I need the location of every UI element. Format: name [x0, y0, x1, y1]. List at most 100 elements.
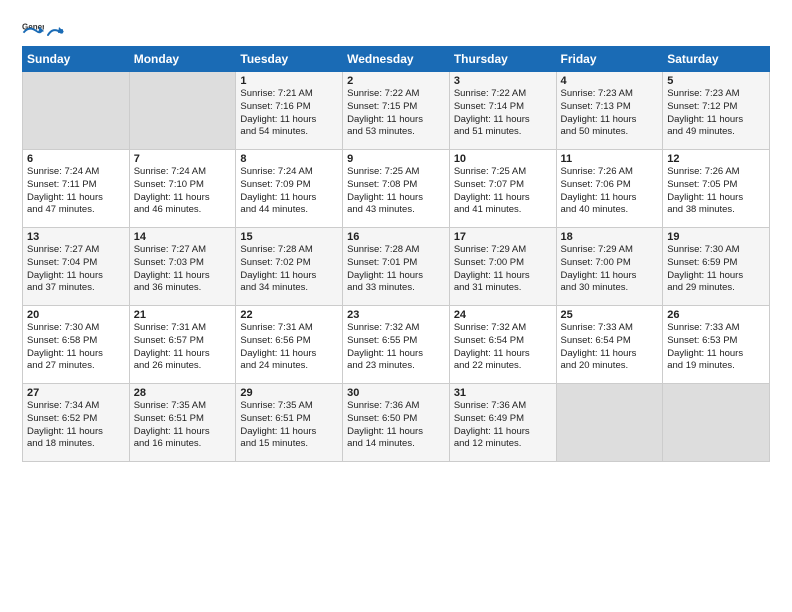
cell-info-line: Sunset: 7:11 PM [27, 179, 125, 192]
cell-info-line: and 53 minutes. [347, 126, 445, 139]
cell-info-line: Sunset: 6:51 PM [134, 413, 232, 426]
cell-info-line: Sunrise: 7:36 AM [454, 400, 552, 413]
calendar-cell: 30Sunrise: 7:36 AMSunset: 6:50 PMDayligh… [343, 384, 450, 462]
cell-info-line: Sunset: 6:59 PM [667, 257, 765, 270]
calendar-week-row: 27Sunrise: 7:34 AMSunset: 6:52 PMDayligh… [23, 384, 770, 462]
calendar-cell: 31Sunrise: 7:36 AMSunset: 6:49 PMDayligh… [449, 384, 556, 462]
cell-info-line: Daylight: 11 hours [667, 114, 765, 127]
cell-info-line: Sunrise: 7:32 AM [347, 322, 445, 335]
calendar-week-row: 6Sunrise: 7:24 AMSunset: 7:11 PMDaylight… [23, 150, 770, 228]
day-number: 12 [667, 153, 765, 165]
cell-info-line: Sunrise: 7:22 AM [454, 88, 552, 101]
calendar-cell [129, 72, 236, 150]
cell-info-line: Daylight: 11 hours [454, 426, 552, 439]
cell-info-line: and 44 minutes. [240, 204, 338, 217]
cell-info-line: Sunrise: 7:21 AM [240, 88, 338, 101]
cell-info-line: Sunrise: 7:26 AM [667, 166, 765, 179]
cell-info-line: and 40 minutes. [561, 204, 659, 217]
cell-info-line: Sunrise: 7:31 AM [134, 322, 232, 335]
cell-info-line: and 19 minutes. [667, 360, 765, 373]
cell-info-line: Sunset: 7:12 PM [667, 101, 765, 114]
cell-info-line: Sunset: 7:06 PM [561, 179, 659, 192]
cell-info-line: Sunset: 6:54 PM [454, 335, 552, 348]
calendar-cell: 2Sunrise: 7:22 AMSunset: 7:15 PMDaylight… [343, 72, 450, 150]
cell-info-line: Daylight: 11 hours [561, 270, 659, 283]
cell-info-line: Sunrise: 7:27 AM [134, 244, 232, 257]
cell-info-line: Daylight: 11 hours [240, 192, 338, 205]
calendar-cell: 11Sunrise: 7:26 AMSunset: 7:06 PMDayligh… [556, 150, 663, 228]
header-day-friday: Friday [556, 47, 663, 72]
day-number: 10 [454, 153, 552, 165]
cell-info-line: and 26 minutes. [134, 360, 232, 373]
calendar-cell: 19Sunrise: 7:30 AMSunset: 6:59 PMDayligh… [663, 228, 770, 306]
cell-info-line: and 30 minutes. [561, 282, 659, 295]
cell-info-line: Sunset: 6:52 PM [27, 413, 125, 426]
cell-info-line: Sunrise: 7:23 AM [561, 88, 659, 101]
calendar-cell: 13Sunrise: 7:27 AMSunset: 7:04 PMDayligh… [23, 228, 130, 306]
day-number: 16 [347, 231, 445, 243]
cell-info-line: and 51 minutes. [454, 126, 552, 139]
cell-info-line: and 14 minutes. [347, 438, 445, 451]
cell-info-line: Sunset: 6:57 PM [134, 335, 232, 348]
cell-info-line: Sunrise: 7:33 AM [667, 322, 765, 335]
calendar-cell: 24Sunrise: 7:32 AMSunset: 6:54 PMDayligh… [449, 306, 556, 384]
logo: General [22, 18, 64, 40]
cell-info-line: and 33 minutes. [347, 282, 445, 295]
calendar-cell: 8Sunrise: 7:24 AMSunset: 7:09 PMDaylight… [236, 150, 343, 228]
day-number: 20 [27, 309, 125, 321]
cell-info-line: and 49 minutes. [667, 126, 765, 139]
cell-info-line: Sunrise: 7:36 AM [347, 400, 445, 413]
calendar-cell: 21Sunrise: 7:31 AMSunset: 6:57 PMDayligh… [129, 306, 236, 384]
calendar-week-row: 13Sunrise: 7:27 AMSunset: 7:04 PMDayligh… [23, 228, 770, 306]
day-number: 29 [240, 387, 338, 399]
cell-info-line: Daylight: 11 hours [454, 348, 552, 361]
calendar-cell [663, 384, 770, 462]
cell-info-line: Sunrise: 7:25 AM [347, 166, 445, 179]
day-number: 25 [561, 309, 659, 321]
header-day-tuesday: Tuesday [236, 47, 343, 72]
logo-icon: General [22, 18, 44, 40]
header-day-saturday: Saturday [663, 47, 770, 72]
logo-arrow-icon [46, 23, 64, 39]
cell-info-line: Sunset: 6:50 PM [347, 413, 445, 426]
cell-info-line: Sunrise: 7:30 AM [27, 322, 125, 335]
calendar-table: SundayMondayTuesdayWednesdayThursdayFrid… [22, 46, 770, 462]
cell-info-line: Daylight: 11 hours [27, 348, 125, 361]
day-number: 23 [347, 309, 445, 321]
cell-info-line: Sunrise: 7:28 AM [240, 244, 338, 257]
cell-info-line: Daylight: 11 hours [134, 192, 232, 205]
cell-info-line: Sunrise: 7:35 AM [240, 400, 338, 413]
cell-info-line: Daylight: 11 hours [240, 426, 338, 439]
cell-info-line: Sunset: 6:53 PM [667, 335, 765, 348]
calendar-cell: 10Sunrise: 7:25 AMSunset: 7:07 PMDayligh… [449, 150, 556, 228]
calendar-cell: 29Sunrise: 7:35 AMSunset: 6:51 PMDayligh… [236, 384, 343, 462]
cell-info-line: and 34 minutes. [240, 282, 338, 295]
cell-info-line: Sunrise: 7:28 AM [347, 244, 445, 257]
day-number: 21 [134, 309, 232, 321]
day-number: 22 [240, 309, 338, 321]
day-number: 15 [240, 231, 338, 243]
cell-info-line: Daylight: 11 hours [454, 270, 552, 283]
cell-info-line: Sunset: 6:49 PM [454, 413, 552, 426]
cell-info-line: Sunrise: 7:33 AM [561, 322, 659, 335]
cell-info-line: Daylight: 11 hours [454, 192, 552, 205]
cell-info-line: Daylight: 11 hours [667, 270, 765, 283]
calendar-cell: 27Sunrise: 7:34 AMSunset: 6:52 PMDayligh… [23, 384, 130, 462]
header-day-thursday: Thursday [449, 47, 556, 72]
cell-info-line: Daylight: 11 hours [240, 348, 338, 361]
cell-info-line: Daylight: 11 hours [347, 270, 445, 283]
cell-info-line: Sunset: 6:54 PM [561, 335, 659, 348]
calendar-cell: 20Sunrise: 7:30 AMSunset: 6:58 PMDayligh… [23, 306, 130, 384]
cell-info-line: and 12 minutes. [454, 438, 552, 451]
cell-info-line: Sunrise: 7:32 AM [454, 322, 552, 335]
cell-info-line: Sunset: 7:02 PM [240, 257, 338, 270]
cell-info-line: Sunset: 6:55 PM [347, 335, 445, 348]
cell-info-line: Daylight: 11 hours [27, 192, 125, 205]
cell-info-line: Sunset: 7:10 PM [134, 179, 232, 192]
cell-info-line: and 54 minutes. [240, 126, 338, 139]
cell-info-line: Sunset: 7:05 PM [667, 179, 765, 192]
cell-info-line: and 38 minutes. [667, 204, 765, 217]
cell-info-line: Sunrise: 7:25 AM [454, 166, 552, 179]
day-number: 31 [454, 387, 552, 399]
calendar-cell: 7Sunrise: 7:24 AMSunset: 7:10 PMDaylight… [129, 150, 236, 228]
